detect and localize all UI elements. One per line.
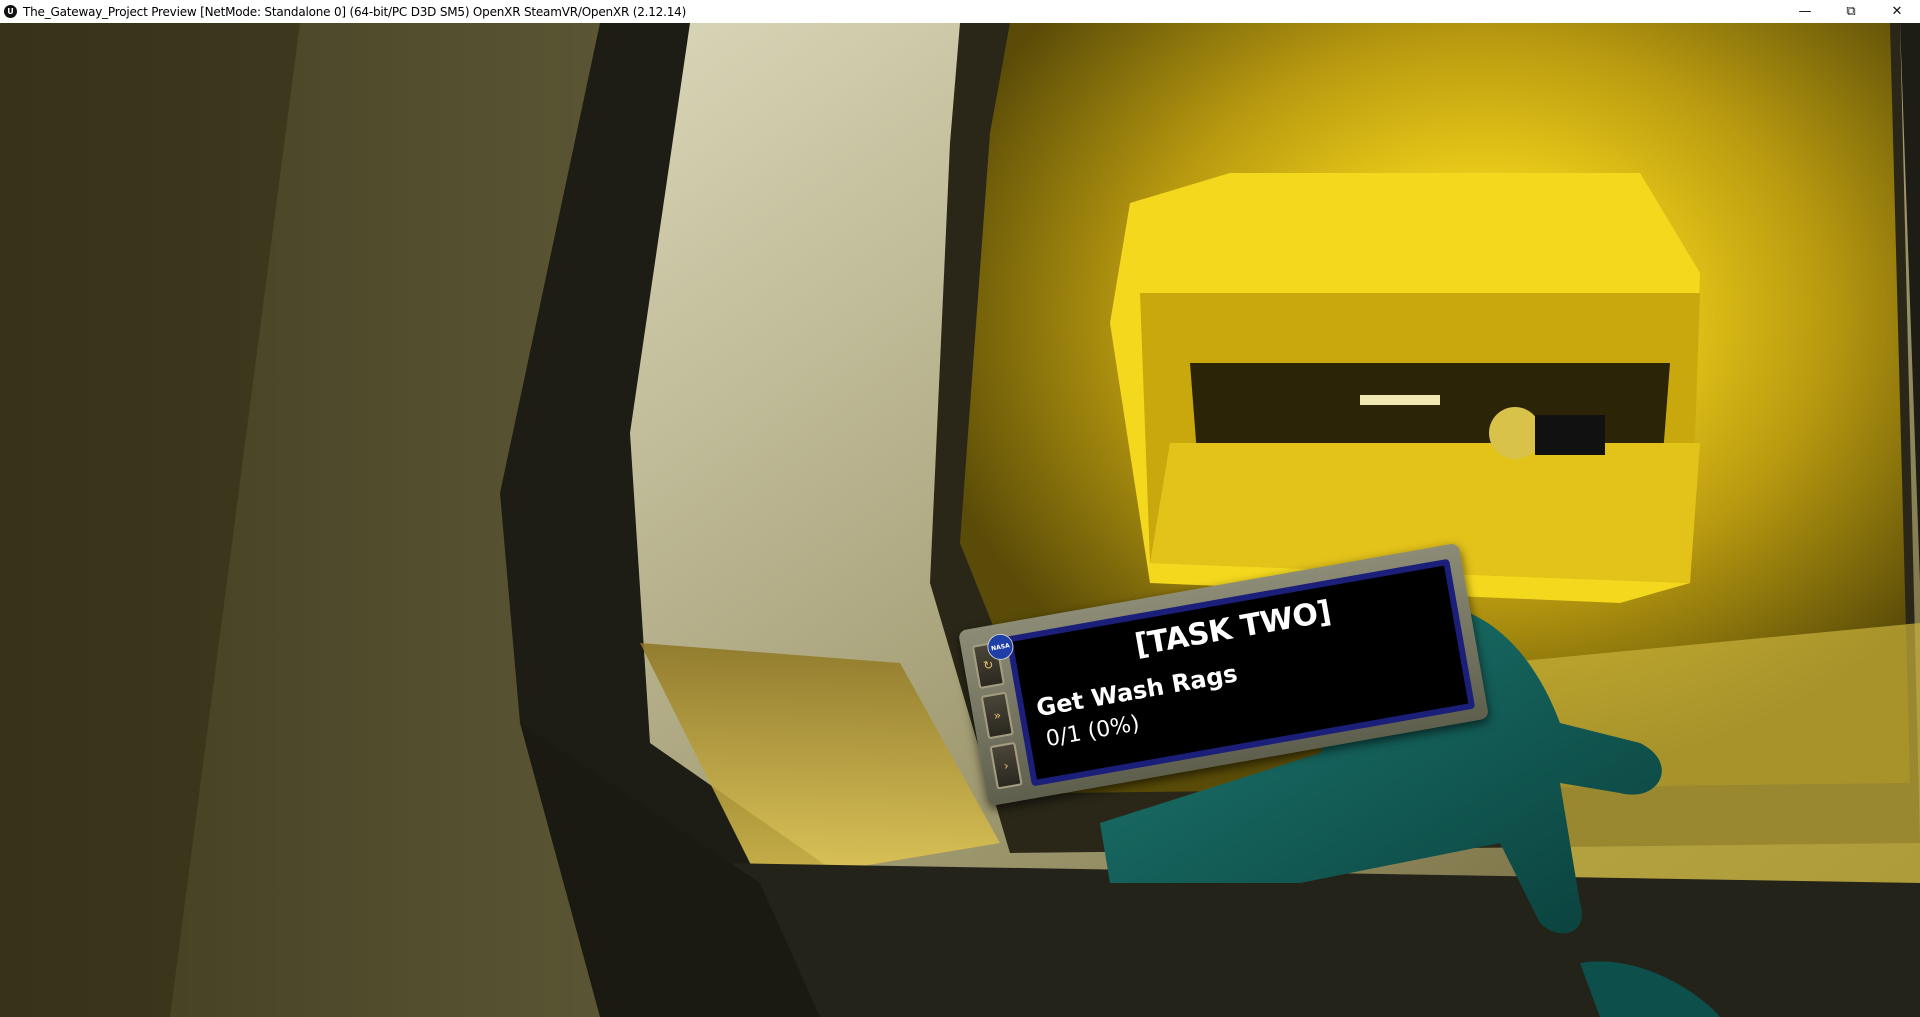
- window-title-bar[interactable]: U The_Gateway_Project Preview [NetMode: …: [0, 0, 1920, 24]
- play-icon[interactable]: ›: [989, 741, 1023, 790]
- window-controls: — ⧉ ✕: [1782, 0, 1920, 23]
- restore-button[interactable]: ⧉: [1828, 0, 1874, 23]
- close-button[interactable]: ✕: [1874, 0, 1920, 23]
- window-title: The_Gateway_Project Preview [NetMode: St…: [23, 4, 687, 19]
- vr-viewport[interactable]: ↻ » › NASA [TASK TWO] Get Wash Rags 0/1 …: [0, 23, 1920, 1017]
- scene-render: [0, 23, 1920, 1017]
- minimize-button[interactable]: —: [1782, 0, 1828, 23]
- fast-forward-icon[interactable]: »: [980, 691, 1014, 740]
- unreal-engine-logo-icon: U: [4, 5, 17, 18]
